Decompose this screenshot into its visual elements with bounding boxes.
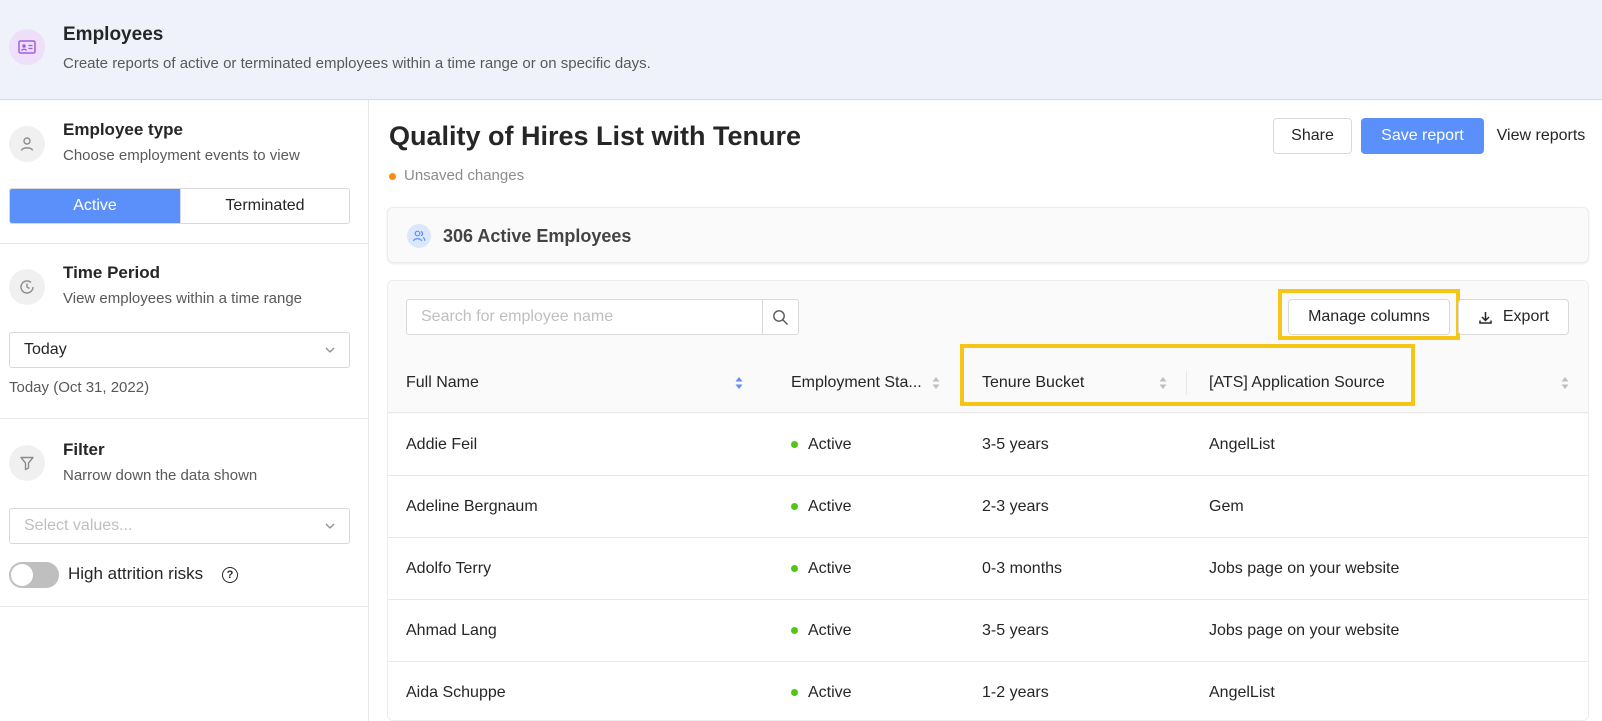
time-period-value: Today (24, 341, 67, 358)
employee-type-subtitle: Choose employment events to view (63, 147, 300, 164)
chevron-down-icon (325, 347, 335, 353)
view-reports-link[interactable]: View reports (1492, 118, 1590, 154)
time-period-section: Time Period View employees within a time… (0, 244, 368, 419)
manage-columns-button[interactable]: Manage columns (1288, 299, 1450, 335)
status-text: Active (808, 559, 852, 577)
cell-tenure: 3-5 years (982, 435, 1049, 453)
employee-type-toggle: Active Terminated (9, 188, 350, 224)
employee-table-card: Manage columns Export Full Name Employme… (387, 280, 1589, 721)
page-header: Employees Create reports of active or te… (0, 0, 1602, 100)
unsaved-dot (389, 173, 396, 180)
cell-full-name: Addie Feil (406, 435, 478, 453)
cell-status: Active (791, 414, 852, 475)
cell-status: Active (791, 538, 852, 599)
cell-full-name: Adolfo Terry (406, 559, 492, 577)
active-option[interactable]: Active (10, 189, 180, 223)
employee-type-section: Employee type Choose employment events t… (0, 100, 368, 244)
page-subtitle: Create reports of active or terminated e… (63, 55, 651, 72)
time-period-date: Today (Oct 31, 2022) (9, 379, 150, 396)
export-button[interactable]: Export (1458, 299, 1569, 335)
clock-icon (9, 269, 45, 305)
sidebar: Employee type Choose employment events t… (0, 100, 369, 721)
status-text: Active (808, 621, 852, 639)
cell-source: AngelList (1209, 683, 1275, 701)
cell-status: Active (791, 600, 852, 661)
cell-tenure: 2-3 years (982, 497, 1049, 515)
search-input[interactable] (407, 300, 764, 334)
user-icon (9, 126, 45, 162)
col-full-name[interactable]: Full Name (406, 353, 479, 413)
cell-source: Jobs page on your website (1209, 621, 1400, 639)
help-icon[interactable]: ? (222, 567, 238, 583)
status-dot (791, 689, 798, 696)
sort-icon[interactable] (1560, 375, 1570, 391)
time-period-subtitle: View employees within a time range (63, 290, 303, 307)
table-row[interactable]: Adeline Bergnaum Active 2-3 years Gem (388, 476, 1588, 538)
filter-section: Filter Narrow down the data shown Select… (0, 419, 368, 607)
status-dot (791, 503, 798, 510)
employee-type-title: Employee type (63, 120, 183, 139)
report-title: Quality of Hires List with Tenure (389, 121, 802, 151)
cell-status: Active (791, 476, 852, 537)
save-report-button[interactable]: Save report (1361, 118, 1484, 154)
id-card-icon (9, 29, 45, 65)
high-attrition-toggle[interactable] (9, 562, 59, 588)
col-tenure-bucket[interactable]: Tenure Bucket (982, 353, 1084, 413)
col-employment-status[interactable]: Employment Sta... (791, 353, 922, 413)
search-button[interactable] (762, 300, 798, 334)
filter-title: Filter (63, 440, 105, 459)
cell-full-name: Adeline Bergnaum (406, 497, 538, 515)
chevron-down-icon (325, 523, 335, 529)
table-row[interactable]: Addie Feil Active 3-5 years AngelList (388, 414, 1588, 476)
unsaved-status: Unsaved changes (404, 167, 525, 184)
users-icon (407, 224, 431, 248)
status-dot (791, 627, 798, 634)
time-period-title: Time Period (63, 263, 160, 282)
toggle-knob (11, 564, 33, 586)
employee-count-card: 306 Active Employees (387, 207, 1589, 263)
sort-icon[interactable] (734, 375, 744, 391)
table-row[interactable]: Adolfo Terry Active 0-3 months Jobs page… (388, 538, 1588, 600)
filter-values-select[interactable]: Select values... (9, 508, 350, 544)
cell-full-name: Aida Schuppe (406, 683, 506, 701)
cell-source: AngelList (1209, 435, 1275, 453)
share-button[interactable]: Share (1273, 118, 1352, 154)
high-attrition-label: High attrition risks (68, 564, 204, 583)
cell-full-name: Ahmad Lang (406, 621, 497, 639)
sort-icon[interactable] (1158, 375, 1168, 391)
cell-tenure: 1-2 years (982, 683, 1049, 701)
table-header: Full Name Employment Sta... Tenure Bucke… (388, 344, 1588, 413)
page-title: Employees (63, 24, 164, 45)
status-text: Active (808, 435, 852, 453)
cell-source: Gem (1209, 497, 1244, 515)
table-row[interactable]: Ahmad Lang Active 3-5 years Jobs page on… (388, 600, 1588, 662)
time-period-select[interactable]: Today (9, 332, 350, 368)
terminated-option[interactable]: Terminated (180, 189, 349, 223)
status-text: Active (808, 683, 852, 701)
filter-placeholder: Select values... (24, 517, 133, 534)
sort-icon[interactable] (931, 375, 941, 391)
employee-search (406, 299, 799, 335)
status-text: Active (808, 497, 852, 515)
cell-status: Active (791, 662, 852, 720)
column-separator (1186, 371, 1187, 395)
employee-count: 306 Active Employees (443, 226, 632, 246)
status-dot (791, 565, 798, 572)
export-label: Export (1502, 308, 1550, 325)
cell-source: Jobs page on your website (1209, 559, 1400, 577)
filter-icon (9, 445, 45, 481)
status-dot (791, 441, 798, 448)
cell-tenure: 3-5 years (982, 621, 1049, 639)
download-icon (1479, 311, 1492, 324)
col-application-source[interactable]: [ATS] Application Source (1209, 353, 1385, 413)
search-icon (773, 309, 788, 325)
cell-tenure: 0-3 months (982, 559, 1063, 577)
filter-subtitle: Narrow down the data shown (63, 467, 258, 484)
table-row[interactable]: Aida Schuppe Active 1-2 years AngelList (388, 662, 1588, 720)
